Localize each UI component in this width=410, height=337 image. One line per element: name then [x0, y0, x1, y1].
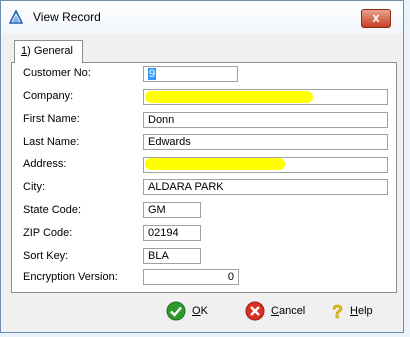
state-code-label: State Code:: [23, 204, 82, 216]
first-name-field[interactable]: Donn: [143, 112, 388, 128]
city-field[interactable]: ALDARA PARK: [143, 179, 388, 195]
help-button[interactable]: ? Help: [328, 301, 388, 323]
address-label: Address:: [23, 158, 67, 170]
close-button[interactable]: x: [361, 9, 391, 28]
app-triangle-icon: [9, 10, 23, 24]
question-icon: ?: [332, 302, 344, 321]
zip-code-label: ZIP Code:: [23, 227, 73, 239]
cancel-hotkey: C: [271, 305, 279, 317]
cancel-label: ancel: [278, 305, 306, 317]
tab-label: ) General: [27, 45, 73, 57]
company-redaction: [145, 91, 313, 103]
state-code-field[interactable]: GM: [143, 202, 201, 218]
zip-code-field[interactable]: 02194: [143, 225, 201, 241]
title-bar[interactable]: View Record x: [1, 1, 403, 34]
cancel-button[interactable]: Cancel: [245, 301, 315, 323]
encryption-version-field[interactable]: 0: [143, 269, 239, 285]
sort-key-field[interactable]: BLA: [143, 248, 201, 264]
city-label: City:: [23, 181, 45, 193]
help-label: elp: [357, 305, 373, 317]
svg-text:?: ?: [332, 302, 343, 321]
customer-no-value: 9: [148, 68, 157, 80]
tab-general[interactable]: 1) General: [14, 40, 83, 63]
ok-label: K: [200, 305, 208, 317]
encryption-version-label: Encryption Version:: [23, 271, 118, 283]
ok-hotkey: O: [192, 305, 201, 317]
sort-key-label: Sort Key:: [23, 250, 69, 262]
first-name-label: First Name:: [23, 113, 80, 125]
cancel-x-icon: [245, 301, 265, 321]
customer-no-field[interactable]: 9: [143, 66, 238, 82]
customer-no-label: Customer No:: [23, 67, 91, 79]
checkmark-icon: [166, 301, 186, 321]
last-name-field[interactable]: Edwards: [143, 134, 388, 150]
address-redaction: [145, 158, 285, 170]
last-name-label: Last Name:: [23, 136, 80, 148]
window-title: View Record: [33, 10, 101, 24]
view-record-dialog: View Record x 1) General Customer No: Co…: [0, 0, 404, 333]
help-hotkey: H: [350, 305, 358, 317]
company-label: Company:: [23, 90, 74, 102]
ok-button[interactable]: OK: [166, 301, 216, 323]
